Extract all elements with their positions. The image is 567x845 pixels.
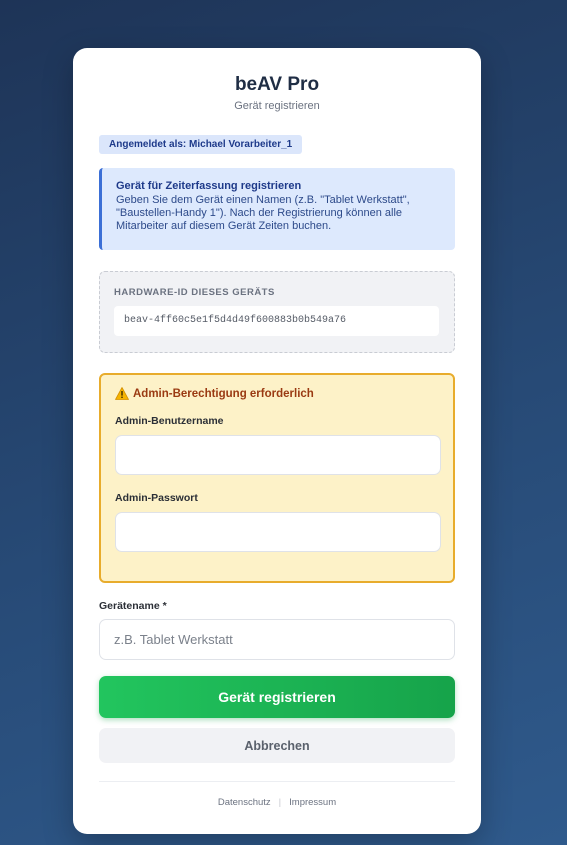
footer: Datenschutz | Impressum bbox=[73, 797, 481, 808]
admin-username-input[interactable] bbox=[115, 435, 441, 475]
info-title: Gerät für Zeiterfassung registrieren bbox=[116, 180, 302, 192]
admin-auth-box: Admin-Berechtigung erforderlich Admin-Be… bbox=[99, 373, 455, 583]
warning-icon bbox=[115, 387, 129, 400]
info-box: Gerät für Zeiterfassung registrieren Geb… bbox=[99, 168, 455, 250]
device-name-input[interactable] bbox=[99, 619, 455, 660]
hardware-id-label: HARDWARE-ID DIESES GERÄTS bbox=[114, 287, 275, 298]
hardware-id-box: HARDWARE-ID DIESES GERÄTS beav-4ff60c5e1… bbox=[99, 271, 455, 353]
registration-card: beAV Pro Gerät registrieren Angemeldet a… bbox=[73, 48, 481, 834]
admin-heading: Admin-Berechtigung erforderlich bbox=[115, 387, 314, 400]
admin-password-label: Admin-Passwort bbox=[115, 492, 198, 504]
app-title: beAV Pro bbox=[234, 74, 320, 95]
admin-heading-text: Admin-Berechtigung erforderlich bbox=[133, 387, 314, 400]
register-device-button[interactable]: Gerät registrieren bbox=[99, 676, 455, 718]
imprint-link[interactable]: Impressum bbox=[289, 797, 336, 808]
privacy-link[interactable]: Datenschutz bbox=[218, 797, 271, 808]
admin-password-input[interactable] bbox=[115, 512, 441, 552]
footer-separator: | bbox=[278, 797, 282, 808]
hardware-id-value: beav-4ff60c5e1f5d4d49f600883b0b549a76 bbox=[114, 306, 439, 336]
device-name-label: Gerätename * bbox=[99, 600, 167, 612]
info-text: Geben Sie dem Gerät einen Namen (z.B. "T… bbox=[116, 194, 410, 232]
page-subtitle: Gerät registrieren bbox=[234, 100, 320, 112]
cancel-button[interactable]: Abbrechen bbox=[99, 728, 455, 763]
footer-divider bbox=[99, 781, 455, 782]
admin-username-label: Admin-Benutzername bbox=[115, 415, 224, 427]
logged-in-user-badge: Angemeldet als: Michael Vorarbeiter_1 bbox=[99, 135, 303, 154]
